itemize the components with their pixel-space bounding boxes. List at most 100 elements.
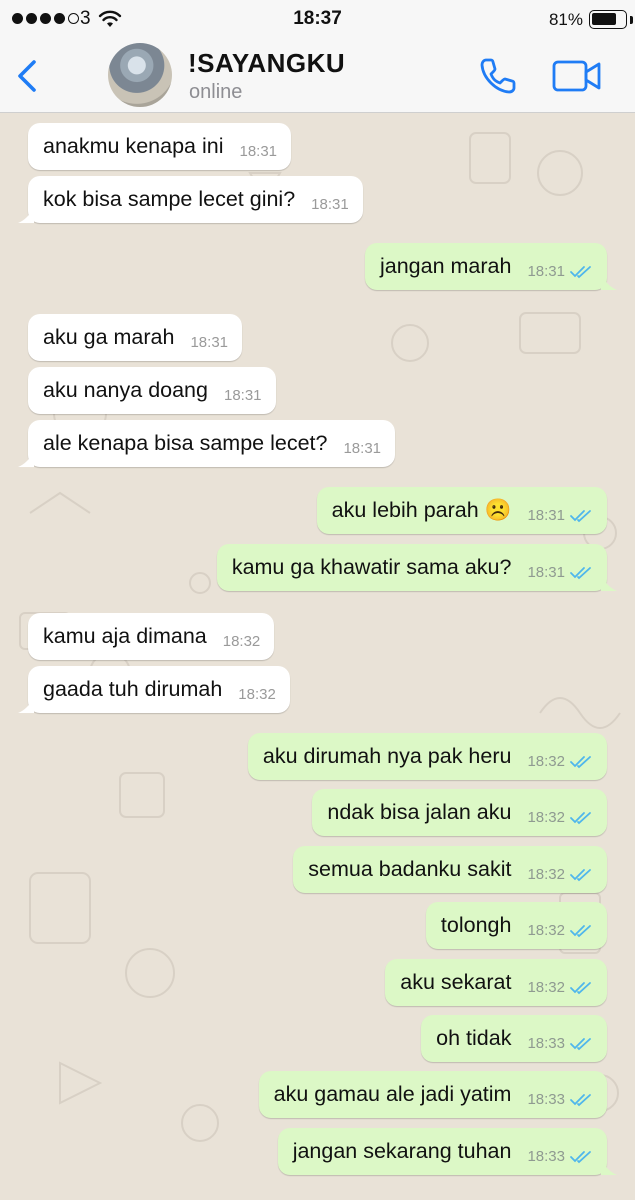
message-text: aku ga marah [43,325,175,349]
double-check-icon [570,509,591,522]
double-check-icon [570,868,591,881]
bubble-tail [601,1159,617,1175]
message-meta: 18:31 [311,186,363,213]
battery-fill [592,13,617,25]
message-time: 18:32 [527,979,565,996]
incoming-message[interactable]: kok bisa sampe lecet gini? 18:31 [18,176,363,223]
message-text: jangan marah [379,254,512,278]
message-time: 18:31 [223,387,262,404]
battery-nub [630,16,633,24]
outgoing-message[interactable]: ndak bisa jalan aku 18:32 [312,789,607,836]
message-meta: 18:31 [224,377,276,404]
contact-status: online [189,81,243,103]
battery-icon [589,10,627,29]
video-camera-icon[interactable] [552,58,602,94]
chat-header: !SAYANGKU online [0,40,635,113]
double-check-icon [570,811,591,824]
message-text: kamu aja dimana [43,624,207,648]
message-time: 18:32 [527,922,565,939]
outgoing-message[interactable]: jangan marah 18:31 [364,243,617,290]
message-text: kok bisa sampe lecet gini? [43,187,296,211]
status-bar: 3 18:37 81% [0,0,635,40]
chevron-left-icon[interactable] [12,56,44,96]
bubble-tail [18,207,34,223]
double-check-icon [570,981,591,994]
message-meta: 18:32 [527,912,607,939]
message-meta: 18:32 [527,856,607,883]
outgoing-message[interactable]: tolongh 18:32 [425,902,607,949]
message-text: oh tidak [436,1026,512,1050]
message-time: 18:31 [190,334,229,351]
outgoing-message[interactable]: aku lebih parah ☹️ 18:31 [316,487,607,534]
message-time: 18:33 [527,1148,565,1165]
message-time: 18:32 [222,633,261,650]
message-meta: 18:32 [527,969,607,996]
message-time: 18:32 [238,686,276,703]
message-meta: 18:32 [223,623,275,650]
message-time: 18:33 [527,1091,565,1108]
message-text: gaada tuh dirumah [43,677,223,701]
message-time: 18:31 [527,263,565,280]
status-time: 18:37 [293,8,342,29]
incoming-message[interactable]: anakmu kenapa ini 18:31 [28,123,292,170]
message-meta: 18:31 [527,497,607,524]
message-time: 18:31 [343,440,382,457]
phone-icon[interactable] [476,54,520,98]
outgoing-message[interactable]: semua badanku sakit 18:32 [293,846,607,893]
message-text: aku nanya doang [43,378,208,402]
message-text: jangan sekarang tuhan [292,1139,512,1163]
double-check-icon [570,265,591,278]
bubble-tail [601,274,617,290]
message-text: kamu ga khawatir sama aku? [231,555,512,579]
message-meta: 18:32 [238,676,290,703]
incoming-message[interactable]: gaada tuh dirumah 18:32 [18,666,290,713]
double-check-icon [570,1037,591,1050]
message-meta: 18:31 [190,324,242,351]
message-time: 18:31 [527,564,565,581]
message-time: 18:31 [527,507,565,524]
message-meta: 18:32 [527,799,607,826]
message-time: 18:32 [527,866,565,883]
message-time: 18:31 [239,143,278,160]
avatar[interactable] [108,43,172,107]
outgoing-message[interactable]: jangan sekarang tuhan 18:33 [277,1128,617,1175]
incoming-message[interactable]: aku nanya doang 18:31 [28,367,276,414]
double-check-icon [570,924,591,937]
message-text: ndak bisa jalan aku [327,800,512,824]
bubble-tail [18,697,34,713]
double-check-icon [570,566,591,579]
incoming-message[interactable]: kamu aja dimana 18:32 [28,613,275,660]
message-time: 18:32 [527,809,565,826]
message-meta: 18:31 [343,430,395,457]
message-text: semua badanku sakit [308,857,512,881]
outgoing-message[interactable]: kamu ga khawatir sama aku? 18:31 [216,544,617,591]
message-time: 18:33 [527,1035,565,1052]
message-time: 18:31 [311,196,349,213]
outgoing-message[interactable]: oh tidak 18:33 [421,1015,607,1062]
message-text: aku gamau ale jadi yatim [273,1082,512,1106]
message-time: 18:32 [527,753,565,770]
double-check-icon [570,755,591,768]
message-text: anakmu kenapa ini [43,134,224,158]
message-text: ale kenapa bisa sampe lecet? [43,431,328,455]
message-meta: 18:31 [527,253,607,280]
message-meta: 18:31 [239,133,291,160]
message-meta: 18:33 [527,1025,607,1052]
double-check-icon [570,1093,591,1106]
bubble-tail [18,451,34,467]
outgoing-message[interactable]: aku gamau ale jadi yatim 18:33 [258,1071,607,1118]
message-text: tolongh [440,913,512,937]
message-text: aku dirumah nya pak heru [262,744,512,768]
message-meta: 18:33 [527,1138,607,1165]
incoming-message[interactable]: ale kenapa bisa sampe lecet? 18:31 [18,420,396,467]
message-meta: 18:31 [527,554,607,581]
message-text: aku lebih parah ☹️ [331,498,512,522]
message-meta: 18:32 [527,743,607,770]
chat-area[interactable]: anakmu kenapa ini 18:31 kok bisa sampe lec… [0,113,635,1200]
double-check-icon [570,1150,591,1163]
message-text: aku sekarat [400,970,512,994]
outgoing-message[interactable]: aku sekarat 18:32 [385,959,607,1006]
incoming-message[interactable]: aku ga marah 18:31 [28,314,243,361]
outgoing-message[interactable]: aku dirumah nya pak heru 18:32 [247,733,607,780]
contact-name[interactable]: !SAYANGKU [188,48,345,79]
